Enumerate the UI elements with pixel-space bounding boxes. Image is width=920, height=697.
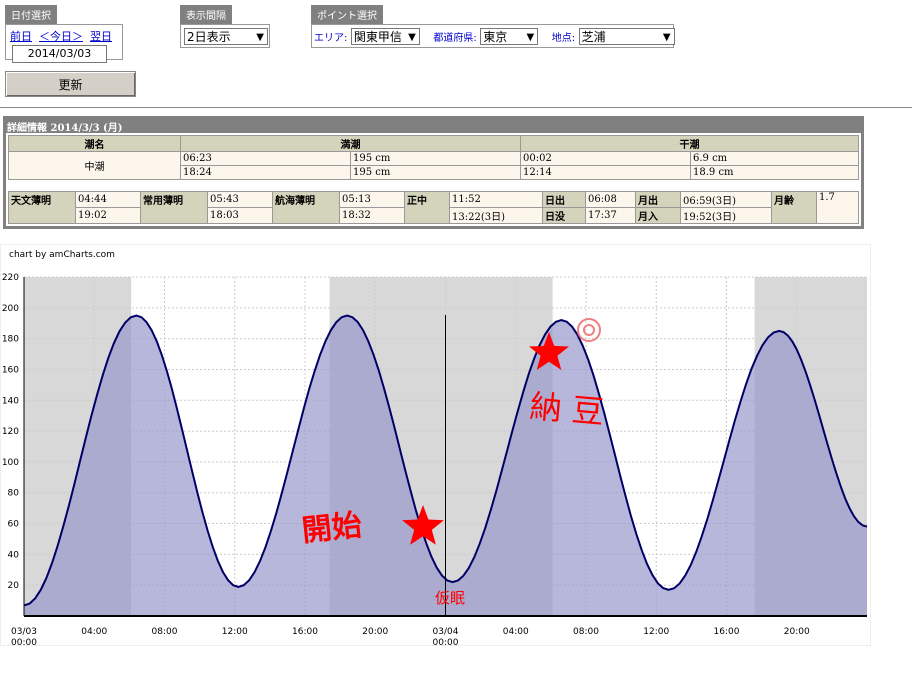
- high-tide-header: 満潮: [180, 135, 521, 152]
- pref-select[interactable]: 東京 ▼: [480, 28, 539, 45]
- area-select-value: 関東甲信: [353, 30, 402, 44]
- low-level-2: 18.9 cm: [690, 165, 859, 180]
- x-tick-label: 20:00: [784, 627, 810, 637]
- noon-time-2: 13:22(3日): [449, 207, 543, 224]
- chevron-down-icon: ▼: [408, 32, 416, 43]
- annotation-start: 開始: [300, 508, 363, 549]
- x-tick-label-sub: 00:00: [11, 638, 37, 647]
- detail-title: 詳細情報 2014/3/3 (月): [7, 123, 123, 134]
- place-select-value: 芝浦: [581, 30, 606, 44]
- place-select[interactable]: 芝浦 ▼: [578, 28, 675, 45]
- x-tick-label: 04:00: [503, 627, 529, 637]
- y-tick-label: 60: [8, 520, 20, 530]
- x-tick-label-sub: 00:00: [433, 638, 459, 647]
- low-level-1: 6.9 cm: [690, 151, 859, 166]
- x-tick-label: 03/04: [433, 627, 459, 637]
- high-level-2: 195 cm: [350, 165, 521, 180]
- sunset-label: 日没: [542, 207, 586, 224]
- nautical-twilight-start: 05:13: [339, 191, 405, 208]
- sunrise-time: 06:08: [585, 191, 636, 208]
- chevron-down-icon: ▼: [526, 32, 535, 43]
- x-tick-label: 08:00: [152, 627, 178, 637]
- high-time-2: 18:24: [180, 165, 351, 180]
- sunrise-label: 日出: [542, 191, 586, 208]
- y-tick-label: 20: [8, 581, 20, 591]
- double-circle-icon: [577, 318, 601, 342]
- chevron-down-icon: ▼: [662, 32, 671, 43]
- tide-table: 潮名 満潮 干潮 中潮 06:23 195 cm 00:02 6.9 cm 18…: [8, 135, 859, 180]
- area-label: エリア:: [314, 33, 348, 44]
- y-tick-label: 200: [2, 304, 19, 314]
- y-tick-label: 140: [2, 396, 19, 406]
- tide-name: 中潮: [8, 151, 181, 180]
- low-tide-header: 干潮: [520, 135, 859, 152]
- noon-time-1: 11:52: [449, 191, 543, 208]
- moon-age-label: 月齢: [771, 191, 817, 224]
- noon-label: 正中: [404, 191, 450, 224]
- high-level-1: 195 cm: [350, 151, 521, 166]
- y-tick-label: 80: [8, 489, 20, 499]
- date-group: 日付選択 前日 ＜今日＞ 翌日 2014/03/03: [5, 5, 123, 63]
- moonrise-label: 月出: [635, 191, 681, 208]
- area-select[interactable]: 関東甲信 ▼: [350, 28, 420, 45]
- divider: [0, 107, 912, 108]
- date-group-title: 日付選択: [5, 5, 57, 24]
- astro-twilight-label: 天文薄明: [8, 191, 76, 224]
- moonrise-time: 06:59(3日): [680, 191, 772, 208]
- detail-panel: 詳細情報 2014/3/3 (月) 潮名 満潮 干潮 中潮 06:23 195 …: [3, 116, 864, 229]
- x-tick-label: 12:00: [222, 627, 248, 637]
- y-tick-label: 120: [2, 427, 19, 437]
- annotation-natto: 納 豆: [528, 387, 605, 431]
- tide-name-header: 潮名: [8, 135, 181, 152]
- low-time-1: 00:02: [520, 151, 691, 166]
- tide-chart: chart by amCharts.com 20 40 60 80 100 120 140 1…: [0, 244, 871, 647]
- point-group: ポイント選択 エリア: 関東甲信 ▼ 都道府県: 東京 ▼ 地点: 芝浦 ▼: [311, 5, 675, 48]
- point-group-title: ポイント選択: [311, 5, 383, 24]
- x-tick-label: 08:00: [573, 627, 599, 637]
- moon-age-value: 1.7: [816, 191, 859, 224]
- place-label: 地点:: [551, 33, 576, 44]
- chevron-down-icon: ▼: [256, 32, 264, 43]
- interval-group-title: 表示間隔: [180, 5, 232, 24]
- annotation-nap: 仮眠: [435, 589, 465, 607]
- tide-chart-svg: 2040608010012014016018020022003/0300:000…: [2, 273, 868, 647]
- y-tick-label: 180: [2, 335, 19, 345]
- sunset-time: 17:37: [585, 207, 636, 224]
- high-time-1: 06:23: [180, 151, 351, 166]
- today-link[interactable]: ＜今日＞: [39, 30, 83, 43]
- x-tick-label: 16:00: [292, 627, 318, 637]
- civil-twilight-end: 18:03: [207, 207, 273, 224]
- y-tick-label: 160: [2, 365, 19, 375]
- update-button[interactable]: 更新: [5, 71, 136, 97]
- y-tick-label: 40: [8, 550, 20, 560]
- sun-moon-table: 天文薄明 04:44 常用薄明 05:43 航海薄明 05:13 正中 11:5…: [8, 191, 859, 224]
- astro-twilight-end: 19:02: [75, 207, 141, 224]
- y-tick-label: 100: [2, 458, 19, 468]
- pref-select-value: 東京: [483, 30, 508, 44]
- nautical-twilight-label: 航海薄明: [272, 191, 340, 224]
- prev-day-link[interactable]: 前日: [10, 30, 32, 43]
- interval-select[interactable]: 2日表示 ▼: [184, 28, 268, 45]
- x-tick-label: 12:00: [643, 627, 669, 637]
- x-tick-label: 16:00: [714, 627, 740, 637]
- y-tick-label: 220: [2, 273, 19, 283]
- astro-twilight-start: 04:44: [75, 191, 141, 208]
- interval-select-value: 2日表示: [187, 30, 231, 44]
- x-tick-label: 20:00: [362, 627, 388, 637]
- pref-label: 都道府県:: [433, 33, 477, 44]
- civil-twilight-label: 常用薄明: [140, 191, 208, 224]
- nautical-twilight-end: 18:32: [339, 207, 405, 224]
- interval-group: 表示間隔 2日表示 ▼: [180, 5, 270, 48]
- x-tick-label: 03/03: [11, 627, 37, 637]
- next-day-link[interactable]: 翌日: [90, 30, 112, 43]
- date-field[interactable]: 2014/03/03: [12, 45, 107, 63]
- x-tick-label: 04:00: [81, 627, 107, 637]
- moonset-time: 19:52(3日): [680, 207, 772, 224]
- low-time-2: 12:14: [520, 165, 691, 180]
- civil-twilight-start: 05:43: [207, 191, 273, 208]
- moonset-label: 月入: [635, 207, 681, 224]
